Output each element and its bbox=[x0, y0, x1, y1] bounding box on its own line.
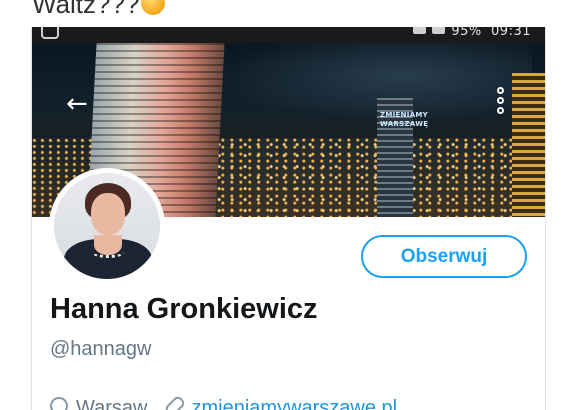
wifi-icon bbox=[432, 27, 446, 34]
more-options-icon[interactable] bbox=[497, 87, 507, 121]
profile-meta: Warsaw zmieniamywarszawe.pl bbox=[46, 393, 397, 410]
profile-name: Hanna Gronkiewicz bbox=[50, 293, 318, 325]
avatar-face bbox=[91, 193, 125, 235]
profile-location: Warsaw bbox=[76, 397, 148, 410]
follow-button[interactable]: Obserwuj bbox=[361, 235, 527, 278]
profile-handle: @hannagw bbox=[50, 338, 152, 360]
profile-website-link[interactable]: zmieniamywarszawe.pl bbox=[191, 397, 397, 410]
link-icon bbox=[164, 394, 187, 410]
sky-glow bbox=[212, 43, 532, 123]
avatar-necklace bbox=[92, 247, 124, 258]
battery-level: 95% bbox=[451, 27, 482, 39]
tweet-caption: Waltz??? bbox=[32, 0, 166, 20]
clock: 09:31 bbox=[491, 27, 531, 39]
profile-screenshot: 95% 09:31 ZMIENIAMY WARSZAWĘ ← Obserwuj … bbox=[31, 27, 546, 410]
notification-icon bbox=[413, 27, 427, 34]
status-right: 95% 09:31 bbox=[413, 27, 531, 39]
instagram-notification-icon bbox=[41, 27, 59, 39]
avatar[interactable] bbox=[49, 168, 165, 284]
caption-text: Waltz??? bbox=[32, 0, 140, 19]
thinking-face-icon bbox=[141, 0, 166, 15]
status-bar: 95% 09:31 bbox=[32, 27, 545, 43]
avatar-photo bbox=[54, 173, 160, 279]
back-arrow-icon[interactable]: ← bbox=[66, 91, 92, 117]
neon-sign: ZMIENIAMY WARSZAWĘ bbox=[380, 111, 429, 128]
city-lights bbox=[212, 138, 512, 217]
location-pin-icon bbox=[46, 393, 72, 410]
right-tower bbox=[512, 73, 545, 217]
